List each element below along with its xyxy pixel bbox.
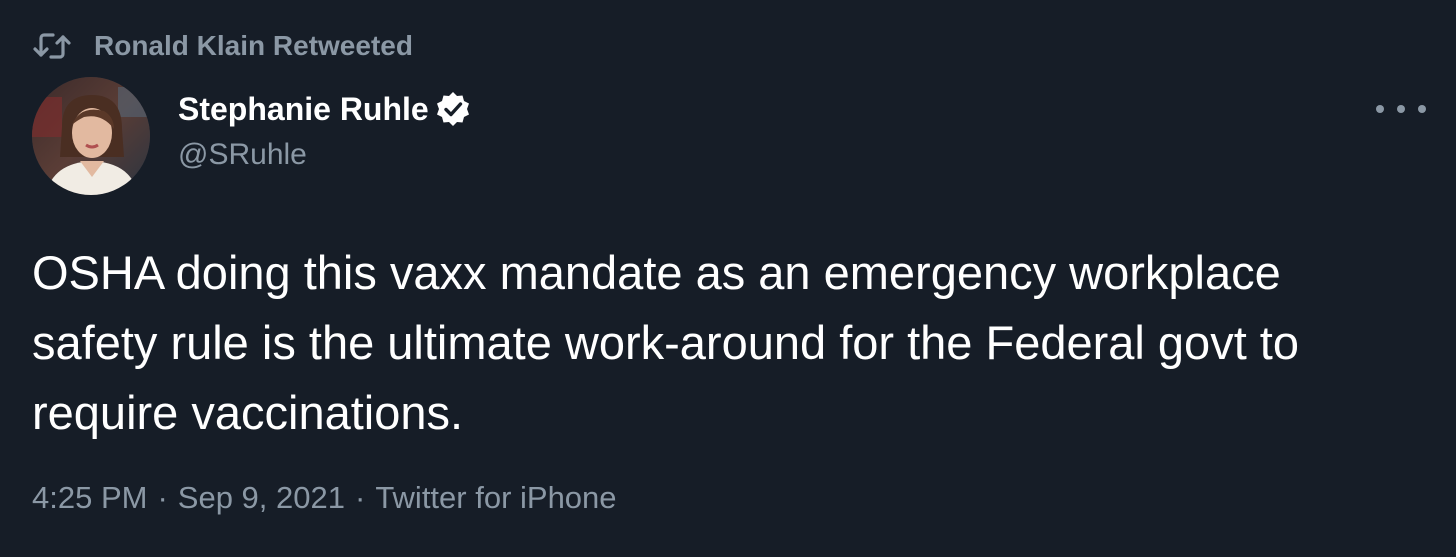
dot <box>1376 105 1384 113</box>
tweet-text: OSHA doing this vaxx mandate as an emerg… <box>32 246 1300 439</box>
author-handle[interactable]: @SRuhle <box>178 138 307 172</box>
separator: · <box>157 480 168 515</box>
tweet-date[interactable]: Sep 9, 2021 <box>178 480 345 516</box>
avatar[interactable] <box>32 77 150 195</box>
retweet-header[interactable]: Ronald Klain Retweeted <box>32 28 413 64</box>
tweet-metadata: 4:25 PM · Sep 9, 2021 · Twitter for iPho… <box>32 480 617 516</box>
retweet-icon <box>32 28 72 64</box>
tweet-source[interactable]: Twitter for iPhone <box>375 480 616 516</box>
display-name[interactable]: Stephanie Ruhle <box>178 91 429 128</box>
more-options-icon[interactable] <box>1376 96 1426 122</box>
retweet-label: Ronald Klain Retweeted <box>94 30 413 61</box>
author-name-row[interactable]: Stephanie Ruhle <box>178 88 471 130</box>
dot <box>1418 105 1426 113</box>
verified-badge-icon <box>435 91 471 127</box>
tweet-card: Ronald Klain Retweeted Stephanie Ruhle @… <box>0 0 1456 557</box>
separator: · <box>354 480 366 515</box>
dot <box>1397 105 1405 113</box>
tweet-time[interactable]: 4:25 PM <box>32 480 147 516</box>
